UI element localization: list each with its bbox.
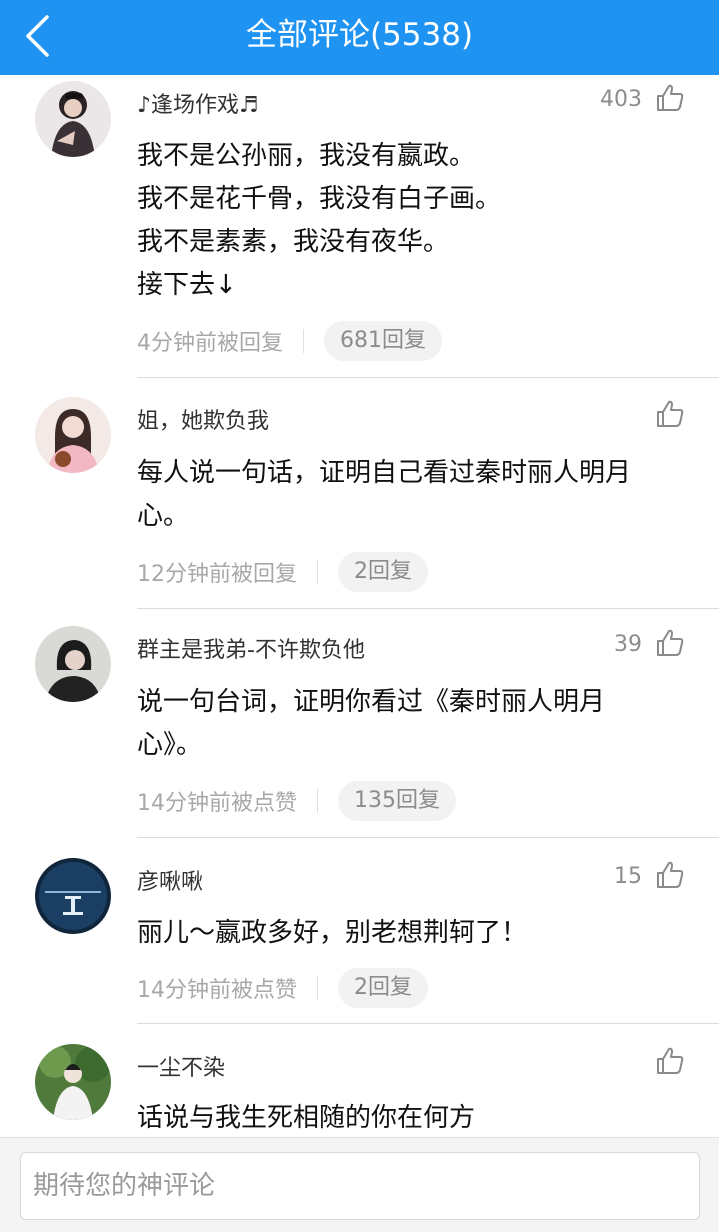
username[interactable]: 一尘不染 [137,1050,225,1082]
like-count: 39 [614,632,642,657]
username[interactable]: 姐，她欺负我 [137,403,269,435]
thumbs-up-icon [657,84,684,111]
comment-item: 姐，她欺负我 每人说一句话，证明自己看过秦时丽人明月 心。 12分钟前被回复 2… [0,379,719,609]
comment-item: 彦啾啾 15 丽儿～嬴政多好，别老想荆轲了！ 14分钟前被点赞 2回复 [0,838,719,1024]
like-button[interactable] [655,399,685,429]
comment-item: 一尘不染 话说与我生死相随的你在何方 [0,1024,719,1137]
comment-line: 丽儿～嬴政多好，别老想荆轲了！ [137,918,528,948]
avatar[interactable] [35,858,111,934]
like-count: 15 [614,864,642,889]
header-bar: 全部评论(5538) [0,0,719,75]
comment-time: 14分钟前被点赞 [137,791,297,816]
username[interactable]: 群主是我弟-不许欺负他 [137,632,365,664]
thumbs-up-icon [657,400,684,427]
like-count: 403 [600,87,642,112]
comment-text: 说一句台词，证明你看过《秦时丽人明月 心》。 [137,681,697,767]
thumbs-up-icon [657,629,684,656]
like-button[interactable] [655,83,685,113]
comment-divider [137,377,719,378]
comment-meta: 4分钟前被回复 681回复 [137,321,442,361]
comment-item: 群主是我弟-不许欺负他 39 说一句台词，证明你看过《秦时丽人明月 心》。 14… [0,609,719,838]
comment-list[interactable]: ♪逢场作戏♬ 403 我不是公孙丽，我没有嬴政。 我不是花千骨，我没有白子画。 … [0,75,719,1137]
meta-divider [303,329,304,353]
avatar[interactable] [35,626,111,702]
comment-text: 话说与我生死相随的你在何方 [137,1097,697,1137]
comment-meta: 14分钟前被点赞 135回复 [137,781,456,821]
comment-meta: 14分钟前被点赞 2回复 [137,968,428,1008]
comment-line: 我不是素素，我没有夜华。 [137,227,450,257]
comment-composer [0,1137,719,1232]
reply-count-button[interactable]: 135回复 [338,781,456,821]
thumbs-up-icon [657,1047,684,1074]
reply-count-button[interactable]: 681回复 [324,321,442,361]
comment-text: 丽儿～嬴政多好，别老想荆轲了！ [137,912,697,955]
comment-meta: 12分钟前被回复 2回复 [137,552,428,592]
comment-time: 4分钟前被回复 [137,331,283,356]
comment-time: 12分钟前被回复 [137,562,297,587]
comment-text: 我不是公孙丽，我没有嬴政。 我不是花千骨，我没有白子画。 我不是素素，我没有夜华… [137,135,697,307]
comment-line: 我不是花千骨，我没有白子画。 [137,184,502,214]
comment-line: 我不是公孙丽，我没有嬴政。 [137,141,476,171]
meta-divider [317,789,318,813]
reply-count-button[interactable]: 2回复 [338,968,428,1008]
reply-count-button[interactable]: 2回复 [338,552,428,592]
username[interactable]: ♪逢场作戏♬ [137,87,259,119]
comment-item: ♪逢场作戏♬ 403 我不是公孙丽，我没有嬴政。 我不是花千骨，我没有白子画。 … [0,75,719,379]
comment-line: 说一句台词，证明你看过《秦时丽人明月 [137,687,606,717]
comment-line: 话说与我生死相随的你在何方 [137,1103,476,1133]
avatar[interactable] [35,81,111,157]
like-button[interactable] [655,1046,685,1076]
page-title: 全部评论(5538) [245,17,474,53]
comment-time: 14分钟前被点赞 [137,978,297,1003]
thumbs-up-icon [657,861,684,888]
comment-line: 每人说一句话，证明自己看过秦时丽人明月 [137,458,632,488]
like-button[interactable] [655,628,685,658]
comments-screen: 全部评论(5538) ♪逢场作戏♬ 403 我不是公孙丽，我没有嬴政。 我不是花… [0,0,719,1232]
username[interactable]: 彦啾啾 [137,864,203,896]
avatar[interactable] [35,397,111,473]
avatar[interactable] [35,1044,111,1120]
comment-line: 接下去↓ [137,270,237,300]
comment-input[interactable] [20,1152,700,1220]
comment-text: 每人说一句话，证明自己看过秦时丽人明月 心。 [137,452,697,538]
like-button[interactable] [655,860,685,890]
comment-line: 心》。 [137,730,203,760]
meta-divider [317,560,318,584]
comment-line: 心。 [137,501,190,531]
meta-divider [317,976,318,1000]
